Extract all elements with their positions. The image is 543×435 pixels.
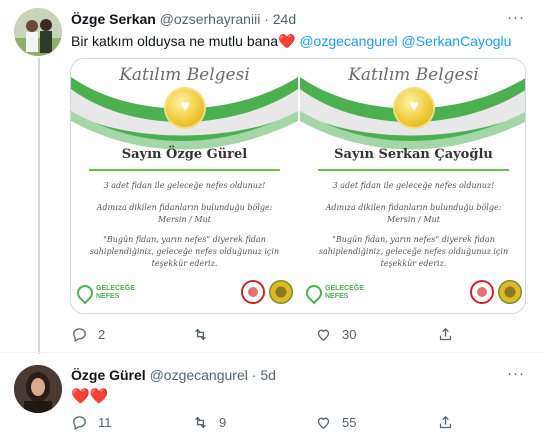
retweet-icon (195, 416, 206, 429)
certificate-line: Adınıza dikilen fidanların bulunduğu böl… (325, 203, 502, 212)
logo-text: GELECEĞE (325, 285, 364, 292)
certificate-line: teşekkür ederiz. (151, 259, 218, 268)
ministry-emblem-icon (470, 280, 494, 304)
gelecege-nefes-logo: GELECEĞE NEFES (73, 281, 135, 305)
tweet-actions: 2 30 (71, 326, 526, 346)
certificate-line: 3 adet fidan ile geleceğe nefes oldunuz! (103, 181, 266, 190)
more-icon[interactable]: ··· (507, 9, 525, 26)
logo-text: GELECEĞE (96, 285, 135, 292)
forestry-emblem-icon (498, 280, 522, 304)
certificate-recipient: Sayın Özge Gürel (121, 147, 248, 162)
certificate-line: 3 adet fidan ile geleceğe nefes oldunuz! (332, 181, 495, 190)
share-button[interactable] (437, 326, 454, 343)
author-handle[interactable]: @ozgecangurel (150, 367, 248, 383)
divider (318, 169, 509, 171)
timestamp[interactable]: 24d (273, 11, 296, 27)
certificate-line: "Bugün fidan, yarın nefes" diyerek fidan (103, 235, 266, 244)
certificate-line: "Bugün fidan, yarın nefes" diyerek fidan (332, 235, 495, 244)
mention-link[interactable]: @SerkanCayoglu (402, 33, 512, 49)
certificate-line: sahiplendiğiniz, geleceğe nefes olduğunu… (318, 247, 509, 256)
certificate-line: Mersin / Mut (387, 215, 440, 224)
retweet-icon (195, 328, 206, 341)
tweet-text: ❤️❤️ (71, 388, 109, 405)
share-icon (439, 415, 452, 429)
tweet-header: Özge Serkan @ozserhayraniii · 24d (71, 11, 296, 27)
reply-button[interactable]: 2 (71, 326, 105, 343)
separator-dot: · (251, 367, 257, 383)
like-icon (317, 329, 330, 341)
certificate-line: teşekkür ederiz. (380, 259, 447, 268)
certificate-line: Adınıza dikilen fidanların bulunduğu böl… (96, 203, 273, 212)
avatar[interactable] (14, 365, 62, 413)
reply-icon (73, 328, 86, 343)
logo-text: NEFES (325, 293, 349, 300)
leaf-icon (73, 281, 97, 305)
reply-count: 11 (98, 415, 112, 430)
reply-icon (73, 416, 86, 431)
mention-link[interactable]: @ozgecangurel (299, 33, 397, 49)
gelecege-nefes-logo: GELECEĞE NEFES (302, 281, 364, 305)
reply-count: 2 (98, 327, 106, 342)
author-name[interactable]: Özge Gürel (71, 367, 146, 383)
more-icon[interactable]: ··· (507, 365, 525, 382)
like-count: 55 (342, 415, 357, 430)
thread-connector (38, 58, 40, 354)
ministry-emblem-icon (241, 280, 265, 304)
logo-text: NEFES (96, 293, 120, 300)
author-handle[interactable]: @ozserhayraniii (160, 11, 261, 27)
retweet-button[interactable] (192, 326, 219, 343)
tweet-text: Bir katkım olduysa ne mutlu bana❤️ @ozge… (71, 33, 511, 50)
like-button[interactable]: 55 (315, 414, 356, 431)
seal-icon: ♥ (166, 89, 204, 127)
like-icon (317, 417, 330, 429)
leaf-icon (302, 281, 326, 305)
certificate-title: Katılım Belgesi (119, 65, 250, 85)
tweet[interactable]: Özge Serkan @ozserhayraniii · 24d ··· Bi… (0, 0, 543, 352)
certificate-line: Mersin / Mut (158, 215, 211, 224)
certificate-line: sahiplendiğiniz, geleceğe nefes olduğunu… (89, 247, 280, 256)
timestamp[interactable]: 5d (260, 367, 276, 383)
certificate-title: Katılım Belgesi (348, 65, 479, 85)
like-count: 30 (342, 327, 357, 342)
avatar[interactable] (14, 8, 62, 56)
separator-dot: · (264, 11, 269, 27)
author-name[interactable]: Özge Serkan (71, 11, 156, 27)
divider (89, 169, 280, 171)
reply-button[interactable]: 11 (71, 414, 112, 431)
share-icon (439, 327, 452, 341)
seal-icon: ♥ (395, 89, 433, 127)
tweet-body: Bir katkım olduysa ne mutlu bana (71, 33, 278, 49)
retweet-count: 9 (219, 415, 227, 430)
forestry-emblem-icon (269, 280, 293, 304)
heart-emoji: ❤️ (278, 33, 296, 49)
certificate-image[interactable]: Katılım Belgesi ♥ Sayın Serkan Çayoğlu 3… (300, 59, 525, 313)
tweet-actions: 11 9 55 (71, 414, 526, 434)
share-button[interactable] (437, 414, 454, 431)
certificate-recipient: Sayın Serkan Çayoğlu (334, 147, 493, 162)
tweet-media[interactable]: Katılım Belgesi ♥ Sayın Özge Gürel 3 ade… (70, 58, 526, 314)
certificate-image[interactable]: Katılım Belgesi ♥ Sayın Özge Gürel 3 ade… (71, 59, 298, 313)
tweet-header: Özge Gürel @ozgecangurel · 5d (71, 367, 276, 383)
retweet-button[interactable]: 9 (192, 414, 226, 431)
like-button[interactable]: 30 (315, 326, 356, 343)
